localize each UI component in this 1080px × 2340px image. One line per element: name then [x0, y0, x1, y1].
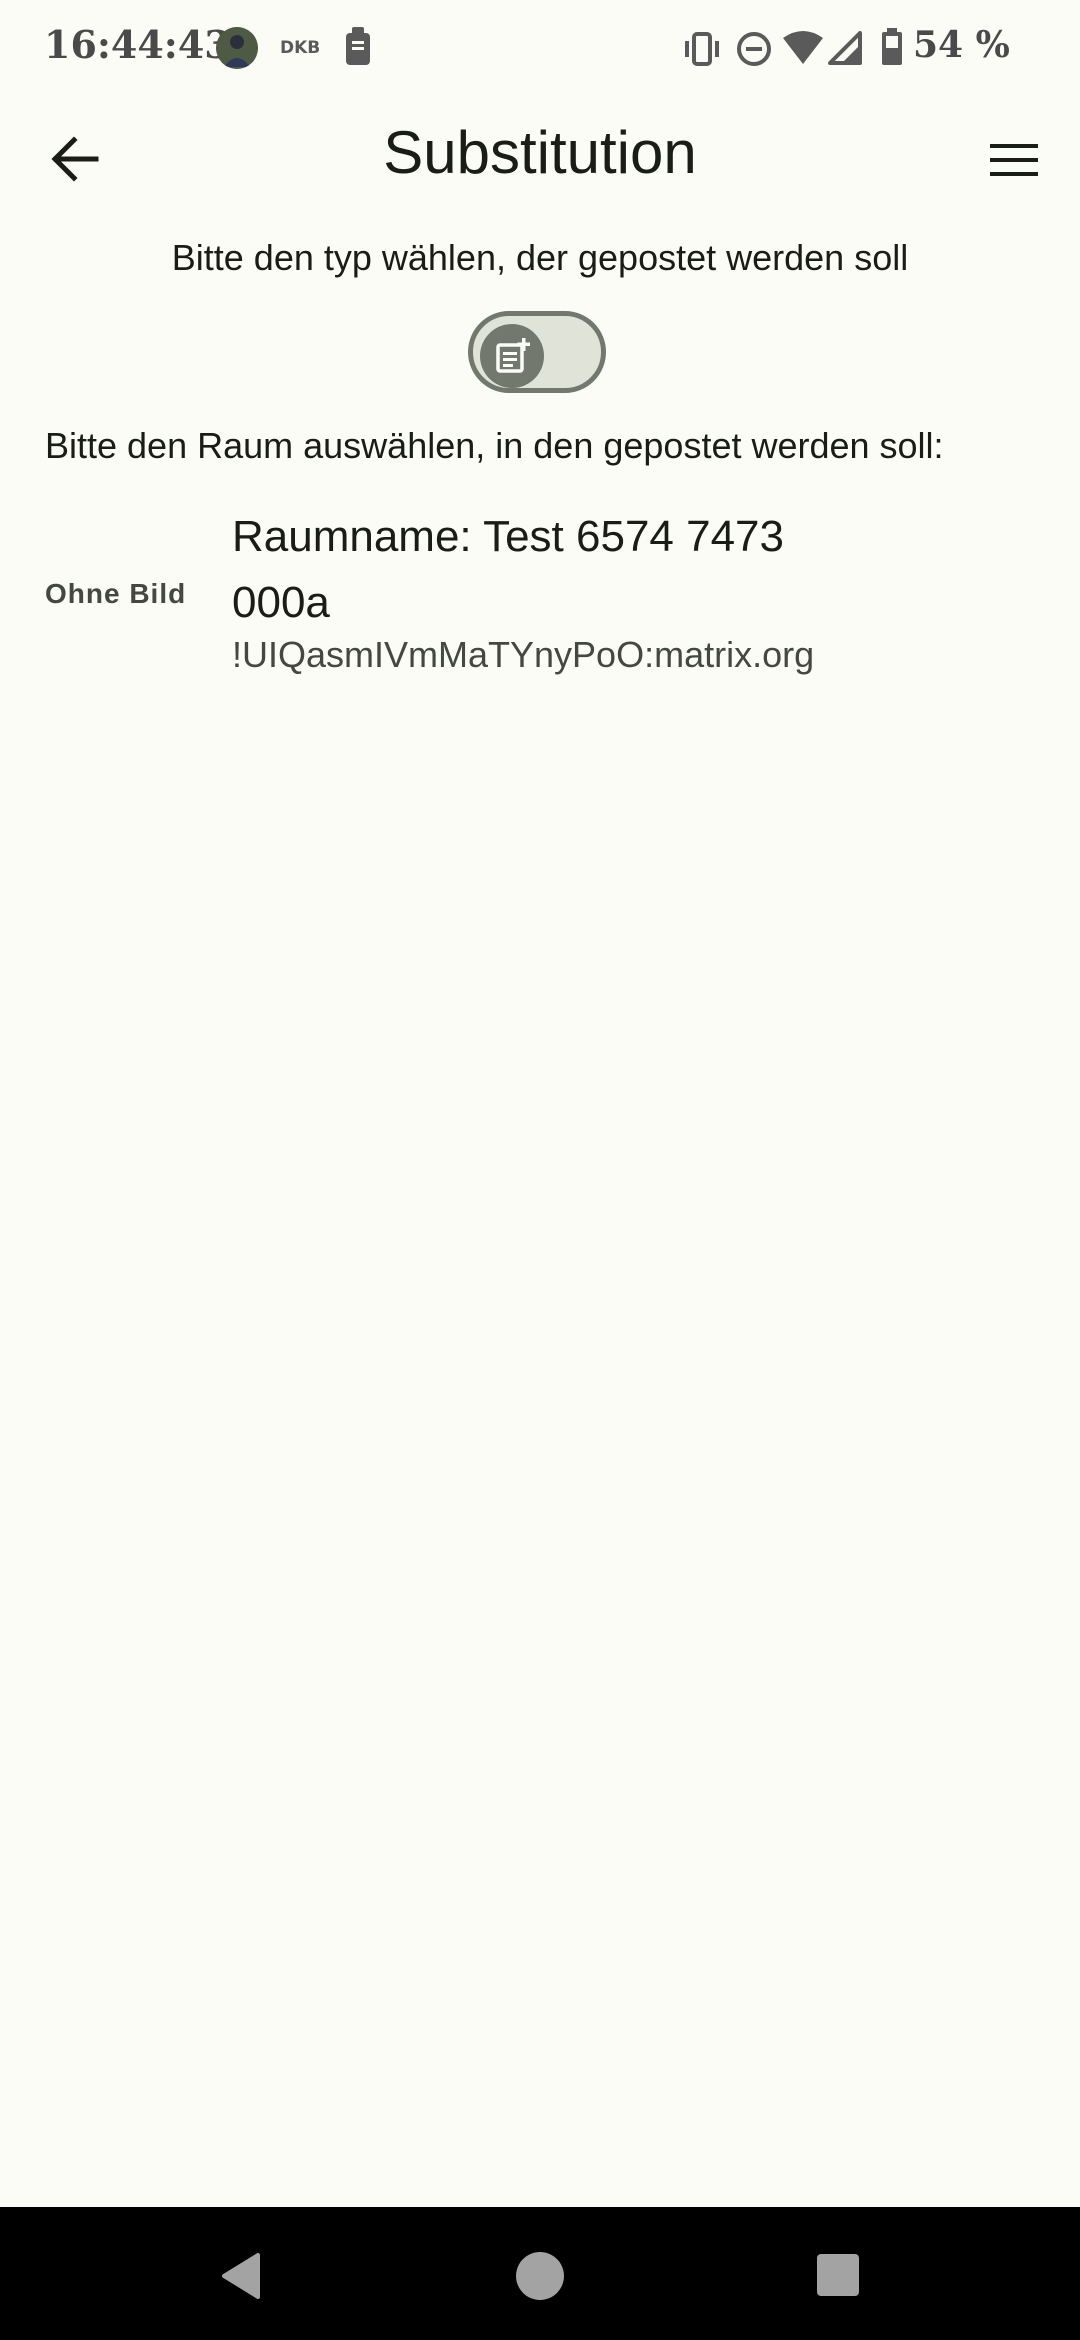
recents-nav-icon[interactable]: [816, 2253, 860, 2302]
room-prompt: Bitte den Raum auswählen, in den geposte…: [45, 425, 944, 466]
do-not-disturb-icon: [736, 31, 772, 72]
post-add-icon: [496, 338, 530, 373]
avatar-icon: [216, 27, 258, 69]
wifi-icon: [782, 30, 824, 71]
type-prompt: Bitte den typ wählen, der gepostet werde…: [171, 237, 909, 278]
toggle-thumb: [480, 324, 544, 388]
status-bar: 16:44:43 DKB 54 %: [0, 0, 1080, 96]
status-time: 16:44:43: [44, 22, 231, 67]
home-nav-icon[interactable]: [515, 2251, 565, 2306]
page-title: Substitution: [383, 119, 697, 186]
battery-percentage: 54 %: [913, 24, 1010, 66]
signal-icon: [828, 31, 862, 70]
room-avatar: Ohne Bild: [45, 578, 187, 609]
carrier-label: DKB: [280, 38, 321, 58]
menu-icon: [990, 144, 1038, 176]
menu-button[interactable]: [984, 132, 1044, 192]
room-id: !UIQasmIVmMaTYnyPoO:matrix.org: [232, 634, 815, 675]
battery-icon: [881, 28, 903, 71]
app-bar: Substitution: [0, 96, 1080, 216]
type-toggle[interactable]: [468, 311, 606, 393]
back-nav-icon[interactable]: [216, 2251, 266, 2306]
note-icon: [344, 27, 372, 72]
system-nav-bar: [0, 2207, 1080, 2340]
room-name: Raumname: Test 6574 7473 000a: [232, 512, 784, 627]
vibrate-icon: [682, 32, 722, 71]
room-list-item[interactable]: Ohne Bild Raumname: Test 6574 7473 000a …: [0, 498, 1080, 698]
